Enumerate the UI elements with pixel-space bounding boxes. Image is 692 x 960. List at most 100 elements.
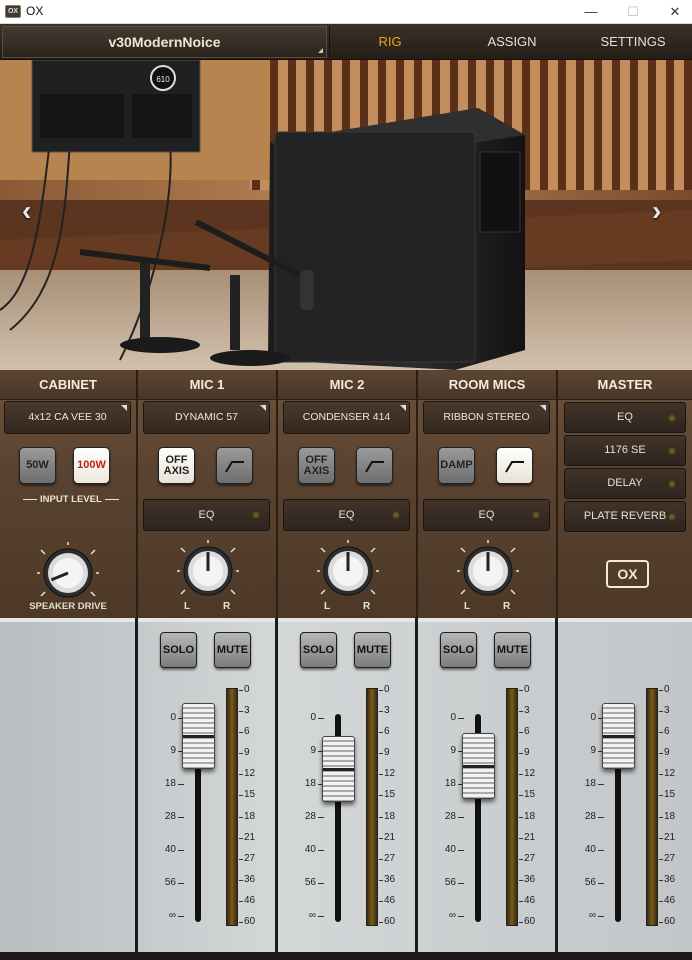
mic1-mute-button[interactable]: MUTE <box>214 632 251 668</box>
next-arrow-icon[interactable]: › <box>652 195 661 227</box>
minimize-button[interactable]: — <box>571 0 611 24</box>
mic2-fader-scale-label: 56 <box>304 877 316 888</box>
master-1176-button[interactable]: 1176 SE <box>564 435 686 466</box>
mic1-highpass-button[interactable] <box>216 447 253 484</box>
room-eq-led <box>532 511 540 519</box>
room-meter-scale-label: 6 <box>524 726 530 738</box>
mic2-off-axis-button[interactable]: OFF AXIS <box>298 447 335 484</box>
mic1-meter-scale-label: 21 <box>244 831 256 843</box>
mic2-solo-button[interactable]: SOLO <box>300 632 337 668</box>
mic2-model-selector[interactable]: CONDENSER 414 <box>283 401 410 434</box>
mic1-off-axis-button[interactable]: OFF AXIS <box>158 447 195 484</box>
mic1-model-selector[interactable]: DYNAMIC 57 <box>143 401 270 434</box>
master-fader-scale-label: 56 <box>584 877 596 888</box>
mic1-eq-button[interactable]: EQ <box>143 499 270 531</box>
mic1-fader-scale-tick <box>178 850 184 851</box>
mic2-fader-scale-tick <box>318 916 324 917</box>
mic1-meter-scale-label: 27 <box>244 852 256 864</box>
mic2-meter-tick <box>379 858 383 860</box>
highpass-icon <box>364 460 384 473</box>
preset-dropdown-icon <box>318 48 323 53</box>
mic1-meter-tick <box>239 774 243 776</box>
mic2-meter-tick <box>379 795 383 797</box>
mic1-meter-tick <box>239 816 243 818</box>
mic2-fader-handle[interactable] <box>322 736 355 803</box>
tab-assign[interactable]: ASSIGN <box>452 26 572 58</box>
room-meter-tick <box>519 900 523 902</box>
room-highpass-button[interactable] <box>496 447 533 484</box>
mic1-fader-scale-label: 9 <box>170 745 176 756</box>
room-pan-knob[interactable] <box>457 540 519 602</box>
mic1-fader-scale-label: 18 <box>164 778 176 789</box>
mic2-meter-scale-label: 46 <box>384 894 396 906</box>
close-button[interactable]: ✕ <box>655 0 692 24</box>
mic1-pan-knob[interactable] <box>177 540 239 602</box>
preset-selector[interactable]: v30ModernNoice <box>2 26 327 58</box>
mic2-meter-scale-label: 27 <box>384 852 396 864</box>
ox-app: OX OX — ☐ ✕ v30ModernNoice RIG ASSIGN SE… <box>0 0 692 960</box>
master-1176-led <box>668 447 676 455</box>
master-fader-scale-label: 9 <box>590 745 596 756</box>
room-meter-scale-label: 46 <box>524 894 536 906</box>
master-fader-scale-tick <box>598 916 604 917</box>
master-delay-button[interactable]: DELAY <box>564 468 686 499</box>
room-damp-button[interactable]: DAMP <box>438 447 475 484</box>
tab-settings[interactable]: SETTINGS <box>574 26 692 58</box>
mic1-fader-handle[interactable] <box>182 703 215 770</box>
room-solo-button[interactable]: SOLO <box>440 632 477 668</box>
mic2-mute-button[interactable]: MUTE <box>354 632 391 668</box>
room-meter-scale-label: 18 <box>524 810 536 822</box>
master-fader-scale-label: 28 <box>584 811 596 822</box>
50w-button[interactable]: 50W <box>19 447 56 484</box>
mic2-meter-scale-label: 6 <box>384 726 390 738</box>
mic1-meter-scale-label: 46 <box>244 894 256 906</box>
mic2-meter-tick <box>379 753 383 755</box>
master-eq-button[interactable]: EQ <box>564 402 686 433</box>
maximize-button[interactable]: ☐ <box>613 0 653 24</box>
room-fader-handle[interactable] <box>462 732 495 799</box>
mic2-eq-button[interactable]: EQ <box>283 499 410 531</box>
mic2-meter-scale-label: 36 <box>384 873 396 885</box>
room-meter-tick <box>519 711 523 713</box>
mic2-level-meter <box>366 688 378 926</box>
master-fader-handle[interactable] <box>602 703 635 770</box>
room-level-meter <box>506 688 518 926</box>
speaker-drive-knob[interactable] <box>37 542 99 604</box>
cabinet-badge: 610 <box>156 75 170 84</box>
master-meter-scale-label: 9 <box>664 747 670 759</box>
mic1-solo-button[interactable]: SOLO <box>160 632 197 668</box>
room-meter-scale-label: 21 <box>524 831 536 843</box>
room-mute-button[interactable]: MUTE <box>494 632 531 668</box>
master-meter-tick <box>659 795 663 797</box>
cabinet-model-selector[interactable]: 4x12 CA VEE 30 <box>4 401 131 434</box>
mic1-meter-scale-label: 3 <box>244 705 250 717</box>
master-plate-reverb-led <box>668 513 676 521</box>
mixer-section: SOLO MUTE SOLO MUTE SOLO MUTE 0 9 18 28 40 56… <box>0 618 692 960</box>
mixer-divider <box>135 618 138 960</box>
100w-button[interactable]: 100W <box>73 447 110 484</box>
room-meter-tick <box>519 837 523 839</box>
previous-arrow-icon[interactable]: ‹ <box>22 195 31 227</box>
room-meter-tick <box>519 922 523 923</box>
mic1-fader-scale-tick <box>178 883 184 884</box>
tab-rig[interactable]: RIG <box>330 26 450 58</box>
master-eq-label: EQ <box>617 411 633 423</box>
mic2-highpass-button[interactable] <box>356 447 393 484</box>
mic2-pan-knob[interactable] <box>317 540 379 602</box>
room-fader-scale-tick <box>458 916 464 917</box>
room-mics-model-selector[interactable]: RIBBON STEREO <box>423 401 550 434</box>
mic2-meter-scale-label: 15 <box>384 789 396 801</box>
mic2-meter-tick <box>379 711 383 713</box>
room-fader-scale-label: 0 <box>450 712 456 723</box>
mic2-meter-scale-label: 12 <box>384 768 396 780</box>
master-delay-label: DELAY <box>607 477 643 489</box>
mic2-meter-scale-label: 21 <box>384 831 396 843</box>
mic2-meter-scale-label: 9 <box>384 747 390 759</box>
input-level-label: INPUT LEVEL <box>20 494 115 505</box>
mic1-meter-tick <box>239 879 243 881</box>
master-meter-tick <box>659 753 663 755</box>
mic2-fader-scale-tick <box>318 718 324 719</box>
master-plate-reverb-button[interactable]: PLATE REVERB <box>564 501 686 532</box>
room-eq-button[interactable]: EQ <box>423 499 550 531</box>
room-fader-scale-label: 28 <box>444 811 456 822</box>
